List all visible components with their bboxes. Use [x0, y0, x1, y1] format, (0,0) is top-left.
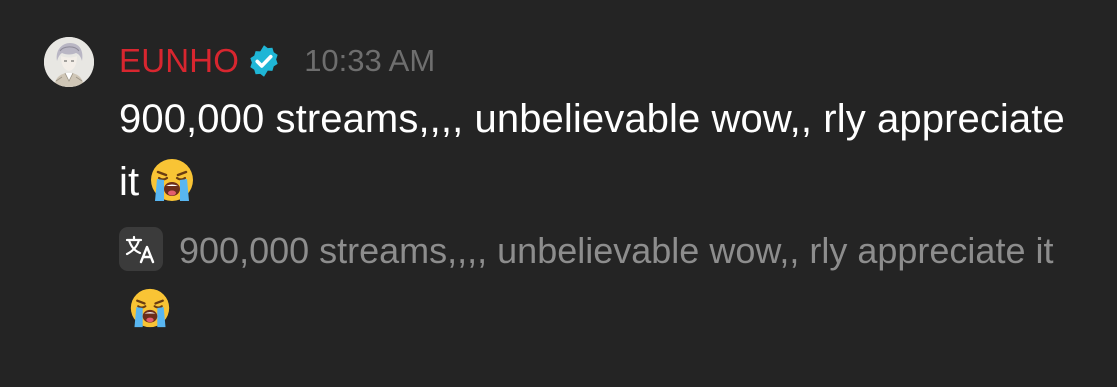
username[interactable]: EUNHO	[119, 42, 239, 80]
translation-text: 900,000 streams,,,, unbelievable wow,, r…	[179, 230, 1054, 271]
translated-text: 900,000 streams,,,, unbelievable wow,, r…	[119, 222, 1079, 338]
chat-message: EUNHO 10:33 AM 900,000 streams,,,, unbel…	[0, 0, 1117, 387]
message-header: EUNHO 10:33 AM	[119, 39, 435, 83]
loudly-crying-face-icon	[129, 287, 171, 329]
avatar[interactable]	[44, 37, 94, 87]
loudly-crying-face-icon	[149, 157, 195, 203]
verified-badge-icon	[246, 43, 282, 79]
message-body[interactable]: 900,000 streams,,,, unbelievable wow,, r…	[119, 88, 1079, 214]
message-text: 900,000 streams,,,, unbelievable wow,, r…	[119, 97, 1065, 204]
timestamp: 10:33 AM	[304, 43, 436, 78]
translate-icon[interactable]	[119, 227, 163, 271]
avatar-illustration	[44, 37, 94, 87]
